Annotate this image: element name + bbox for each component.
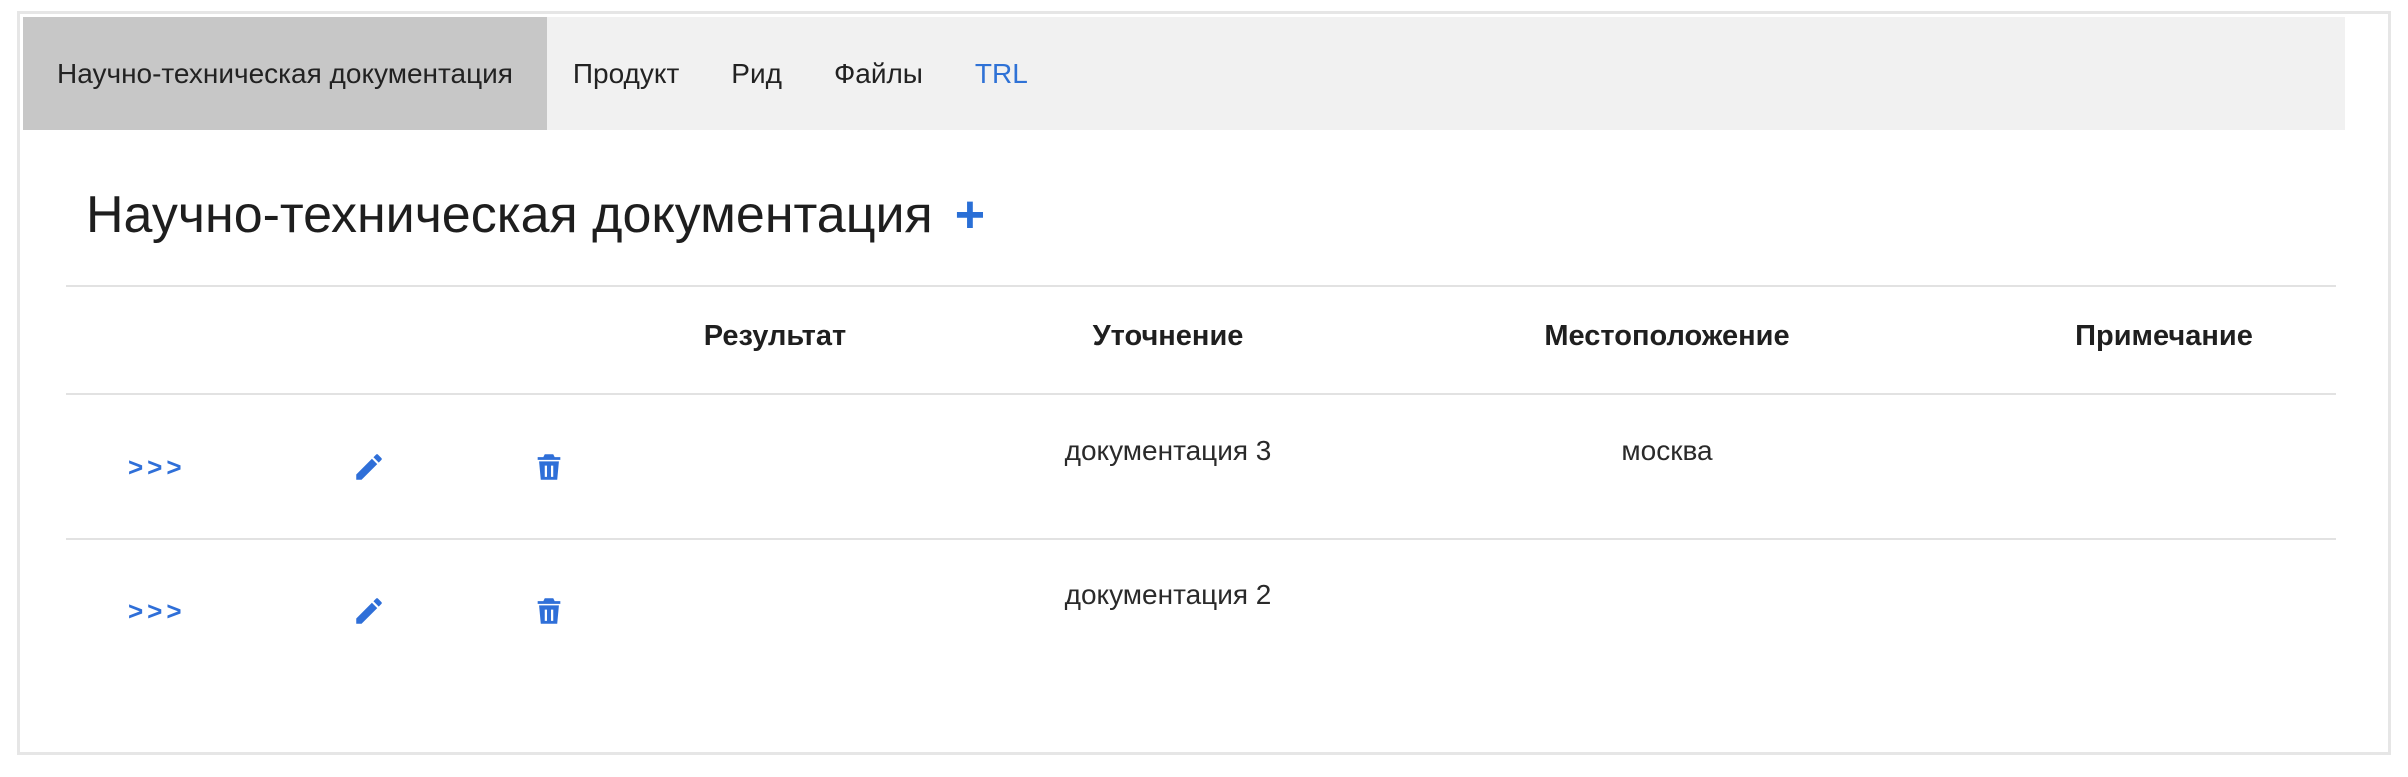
open-row-button[interactable]: >>> — [128, 452, 186, 483]
pencil-icon[interactable] — [352, 594, 386, 628]
column-header-note: Примечание — [2075, 320, 2253, 352]
add-document-button[interactable]: + — [955, 189, 985, 241]
pencil-icon[interactable] — [352, 450, 386, 484]
tab-files[interactable]: Файлы — [808, 17, 949, 130]
cell-clarification: документация 2 — [1064, 579, 1272, 610]
column-header-clarification: Уточнение — [1092, 320, 1244, 352]
tab-scientific-docs[interactable]: Научно-техническая документация — [23, 17, 547, 130]
trash-icon[interactable] — [532, 594, 566, 628]
tab-rid[interactable]: Рид — [705, 17, 808, 130]
row-divider — [66, 538, 2336, 540]
header-divider — [66, 393, 2336, 395]
cell-clarification: документация 3 — [1064, 435, 1272, 466]
heading-divider — [66, 285, 2336, 287]
tab-bar: Научно-техническая документация Продукт … — [23, 17, 2345, 130]
tab-trl[interactable]: TRL — [949, 17, 1054, 130]
page-title: Научно-техническая документация — [86, 186, 933, 244]
column-header-location: Местоположение — [1544, 320, 1790, 352]
tab-product[interactable]: Продукт — [547, 17, 705, 130]
trash-icon[interactable] — [532, 450, 566, 484]
section-heading: Научно-техническая документация + — [86, 185, 985, 245]
cell-location: москва — [1621, 435, 1713, 466]
open-row-button[interactable]: >>> — [128, 596, 186, 627]
column-header-result: Результат — [703, 320, 847, 352]
